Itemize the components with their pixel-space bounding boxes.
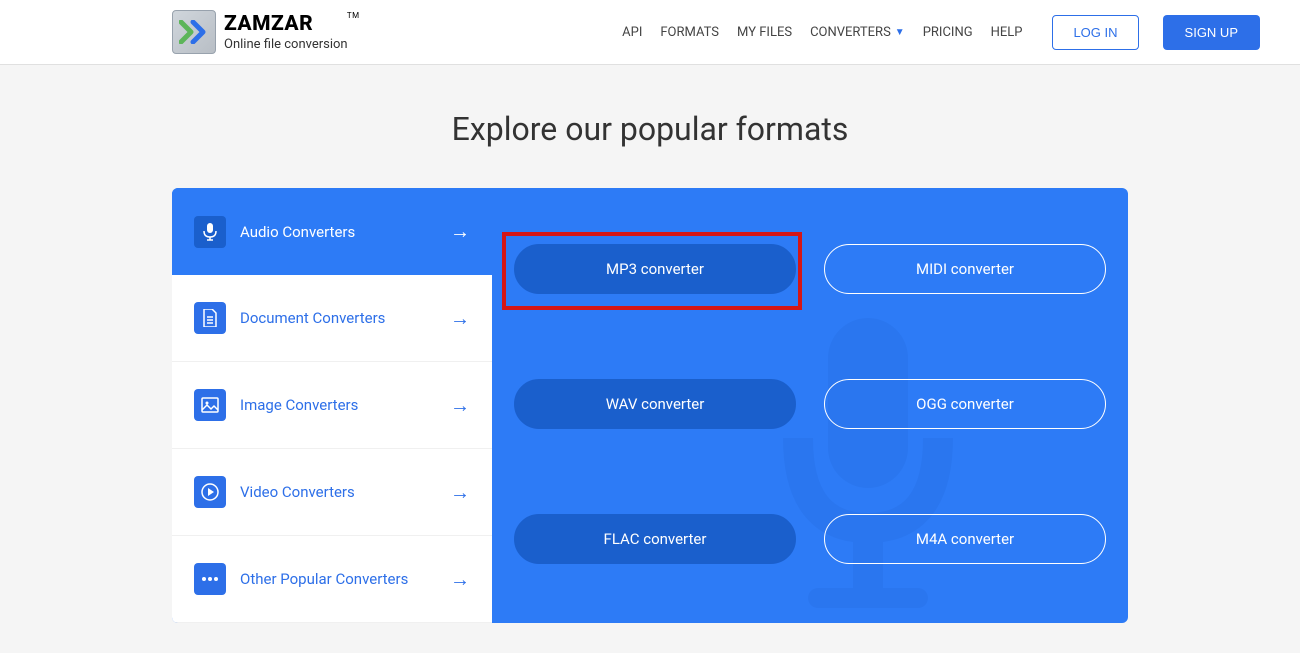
mic-icon <box>194 216 226 248</box>
format-flac[interactable]: FLAC converter <box>514 514 796 564</box>
arrow-right-icon: → <box>450 306 470 331</box>
arrow-right-icon: → <box>450 567 470 592</box>
signup-button[interactable]: SIGN UP <box>1163 15 1260 50</box>
format-ogg[interactable]: OGG converter <box>824 379 1106 429</box>
nav-formats[interactable]: FORMATS <box>660 25 719 40</box>
brand-tagline: Online file conversion <box>224 38 348 51</box>
nav-help[interactable]: HELP <box>991 25 1023 40</box>
arrow-right-icon: → <box>450 219 470 244</box>
category-label: Document Converters <box>240 309 450 327</box>
formats-grid: MP3 converter MIDI converter WAV convert… <box>492 188 1128 623</box>
category-label: Video Converters <box>240 483 450 501</box>
category-image[interactable]: Image Converters → <box>172 362 492 449</box>
image-icon <box>194 389 226 421</box>
category-label: Image Converters <box>240 396 450 414</box>
nav-pricing[interactable]: PRICING <box>923 25 973 40</box>
brand-name: ZAMZARTM <box>224 14 348 35</box>
chevron-down-icon: ▼ <box>895 27 905 38</box>
nav-converters-label: CONVERTERS <box>810 25 891 40</box>
header: ZAMZARTM Online file conversion API FORM… <box>0 0 1300 65</box>
category-document[interactable]: Document Converters → <box>172 275 492 362</box>
nav-myfiles[interactable]: MY FILES <box>737 25 792 40</box>
file-icon <box>194 302 226 334</box>
nav-api[interactable]: API <box>622 25 642 40</box>
category-label: Other Popular Converters <box>240 570 450 588</box>
arrow-right-icon: → <box>450 393 470 418</box>
logo[interactable]: ZAMZARTM Online file conversion <box>172 10 348 54</box>
arrow-right-icon: → <box>450 480 470 505</box>
format-row: FLAC converter M4A converter <box>514 514 1106 564</box>
logo-icon <box>172 10 216 54</box>
category-label: Audio Converters <box>240 223 450 241</box>
format-row: WAV converter OGG converter <box>514 379 1106 429</box>
category-sidebar: Audio Converters → Document Converters →… <box>172 188 492 623</box>
trademark: TM <box>347 12 360 20</box>
format-row: MP3 converter MIDI converter <box>514 244 1106 294</box>
category-audio[interactable]: Audio Converters → <box>172 188 492 275</box>
category-other[interactable]: Other Popular Converters → <box>172 536 492 623</box>
format-mp3[interactable]: MP3 converter <box>514 244 796 294</box>
formats-panel: Audio Converters → Document Converters →… <box>172 188 1128 623</box>
login-button[interactable]: LOG IN <box>1052 15 1138 50</box>
nav-converters[interactable]: CONVERTERS ▼ <box>810 25 905 40</box>
category-video[interactable]: Video Converters → <box>172 449 492 536</box>
dots-icon <box>194 563 226 595</box>
format-wav[interactable]: WAV converter <box>514 379 796 429</box>
format-m4a[interactable]: M4A converter <box>824 514 1106 564</box>
play-icon <box>194 476 226 508</box>
page-title: Explore our popular formats <box>0 110 1300 148</box>
format-midi[interactable]: MIDI converter <box>824 244 1106 294</box>
nav: API FORMATS MY FILES CONVERTERS ▼ PRICIN… <box>622 15 1260 50</box>
logo-text: ZAMZARTM Online file conversion <box>224 14 348 51</box>
